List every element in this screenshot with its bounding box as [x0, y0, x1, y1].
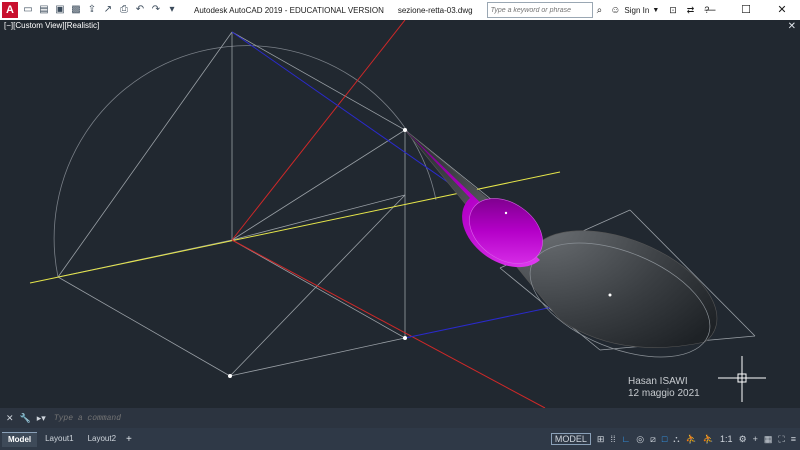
print-icon[interactable]: ⎙ — [118, 4, 130, 16]
open-folder-icon[interactable]: ▤ — [38, 4, 50, 16]
author-date: 12 maggio 2021 — [628, 388, 700, 399]
window-controls: — ☐ ✕ — [692, 0, 800, 20]
close-icon[interactable]: ✕ — [764, 0, 800, 20]
auto-scale-icon[interactable]: ⛹ — [703, 434, 714, 445]
user-icon[interactable]: ☺ — [610, 5, 620, 16]
title-bar: A ▭ ▤ ▣ ▩ ⇪ ↗ ⎙ ↶ ↷ ▾ Autodesk AutoCAD 2… — [0, 0, 800, 20]
maximize-icon[interactable]: ☐ — [728, 0, 764, 20]
sphere-outline — [53, 45, 437, 278]
author-watermark: Hasan ISAWI 12 maggio 2021 — [628, 376, 700, 400]
quick-access-toolbar: ▭ ▤ ▣ ▩ ⇪ ↗ ⎙ ↶ ↷ ▾ — [22, 4, 182, 16]
author-name: Hasan ISAWI — [628, 376, 688, 387]
wrench-icon[interactable]: 🔧 — [20, 413, 31, 424]
cart-icon[interactable]: ⊡ — [669, 5, 677, 16]
snap-icon[interactable]: ⁞⁞ — [610, 434, 615, 444]
grid-icon[interactable]: ⊞ — [597, 434, 605, 445]
search-box[interactable] — [486, 2, 593, 18]
command-history-icon[interactable]: ▸▾ — [37, 413, 46, 424]
settings-gear-icon[interactable]: ⚙ — [739, 434, 747, 445]
search-input[interactable] — [487, 6, 592, 14]
save-as-icon[interactable]: ▩ — [70, 4, 82, 16]
plus-icon[interactable]: + — [753, 434, 758, 444]
status-bar: Model Layout1 Layout2 + MODEL ⊞ ⁞⁞ ∟ ◎ ⧄… — [0, 428, 800, 450]
sign-in-link[interactable]: Sign In — [624, 6, 649, 15]
viewport-controls-label[interactable]: [−][Custom View][Realistic] — [4, 21, 99, 30]
units-icon[interactable]: ▦ — [764, 434, 773, 445]
customize-toolbar-icon[interactable]: ▾ — [166, 4, 178, 16]
grey-cone — [404, 129, 718, 348]
annotation-visibility-icon[interactable]: ⛹ — [686, 434, 697, 445]
add-layout-icon[interactable]: + — [126, 434, 132, 445]
customize-menu-icon[interactable]: ≡ — [791, 434, 796, 444]
object-snap-icon[interactable]: □ — [662, 434, 667, 444]
red-axis-lower — [231, 239, 546, 408]
crosshair-cursor — [718, 356, 766, 402]
export-icon[interactable]: ↗ — [102, 4, 114, 16]
red-axis-upper — [231, 20, 406, 241]
polar-icon[interactable]: ◎ — [636, 434, 644, 445]
new-file-icon[interactable]: ▭ — [22, 4, 34, 16]
drawing-canvas[interactable] — [0, 20, 800, 408]
close-icon[interactable]: ✕ — [6, 413, 14, 424]
chevron-down-icon[interactable]: ▼ — [652, 7, 659, 14]
fullscreen-icon[interactable]: ⛶ — [778, 434, 784, 445]
tab-model[interactable]: Model — [2, 431, 38, 447]
save-icon[interactable]: ▣ — [54, 4, 66, 16]
scale-selector[interactable]: 1:1 — [720, 434, 733, 444]
model-space-button[interactable]: MODEL — [550, 433, 591, 445]
share-icon[interactable]: ⇪ — [86, 4, 98, 16]
command-line: ✕ 🔧 ▸▾ — [0, 408, 800, 428]
minimize-icon[interactable]: — — [692, 0, 728, 20]
redo-icon[interactable]: ↷ — [150, 4, 162, 16]
ortho-icon[interactable]: ∟ — [621, 434, 630, 444]
file-name: sezione-retta-03.dwg — [397, 5, 473, 15]
annotation-icon[interactable]: ⛬ — [673, 434, 679, 445]
window-title: Autodesk AutoCAD 2019 - EDUCATIONAL VERS… — [194, 5, 384, 15]
search-icon[interactable]: ⌕ — [597, 5, 603, 16]
autocad-logo-icon[interactable]: A — [2, 2, 18, 18]
undo-icon[interactable]: ↶ — [134, 4, 146, 16]
tab-layout2[interactable]: Layout2 — [82, 432, 122, 446]
viewport-close-icon[interactable]: ✕ — [788, 21, 796, 32]
drawing-viewport[interactable]: [−][Custom View][Realistic] ✕ Hasan ISAW… — [0, 20, 800, 408]
command-input[interactable] — [51, 409, 800, 427]
status-tools: MODEL ⊞ ⁞⁞ ∟ ◎ ⧄ □ ⛬ ⛹ ⛹ 1:1 ⚙ + ▦ ⛶ ≡ — [545, 432, 796, 446]
tab-layout1[interactable]: Layout1 — [39, 432, 79, 446]
isodraft-icon[interactable]: ⧄ — [650, 434, 656, 445]
